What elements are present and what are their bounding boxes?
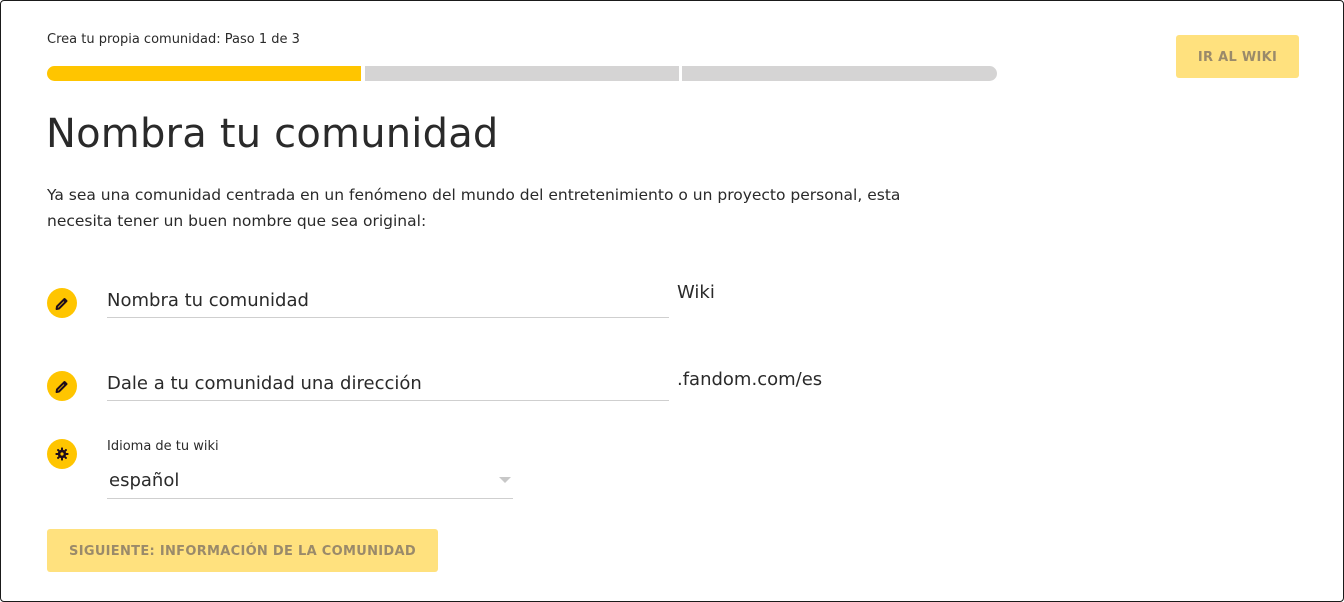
community-address-field[interactable]	[107, 368, 669, 401]
progress-step-3	[682, 66, 997, 81]
progress-step-2	[365, 66, 679, 81]
language-select[interactable]: español	[107, 465, 513, 499]
progress-step-1-active	[47, 66, 361, 81]
go-to-wiki-button[interactable]: IR AL WIKI	[1176, 35, 1299, 78]
page-description: Ya sea una comunidad centrada en un fenó…	[47, 186, 901, 230]
chevron-down-icon	[499, 477, 511, 483]
pencil-icon	[47, 371, 77, 401]
address-suffix: .fandom.com/es	[677, 369, 823, 390]
community-address-input[interactable]	[107, 368, 669, 398]
language-selected-value: español	[109, 470, 180, 491]
step-indicator: Crea tu propia comunidad: Paso 1 de 3	[47, 32, 300, 47]
pencil-icon	[47, 288, 77, 318]
name-suffix: Wiki	[677, 282, 715, 303]
create-wiki-page: Crea tu propia comunidad: Paso 1 de 3 IR…	[0, 0, 1344, 602]
next-step-button[interactable]: SIGUIENTE: INFORMACIÓN DE LA COMUNIDAD	[47, 529, 438, 572]
community-name-input[interactable]	[107, 285, 669, 315]
community-name-field[interactable]	[107, 285, 669, 318]
language-label: Idioma de tu wiki	[107, 439, 219, 454]
page-title: Nombra tu comunidad	[46, 111, 499, 157]
gear-icon	[47, 439, 77, 469]
progress-bar	[47, 66, 997, 81]
